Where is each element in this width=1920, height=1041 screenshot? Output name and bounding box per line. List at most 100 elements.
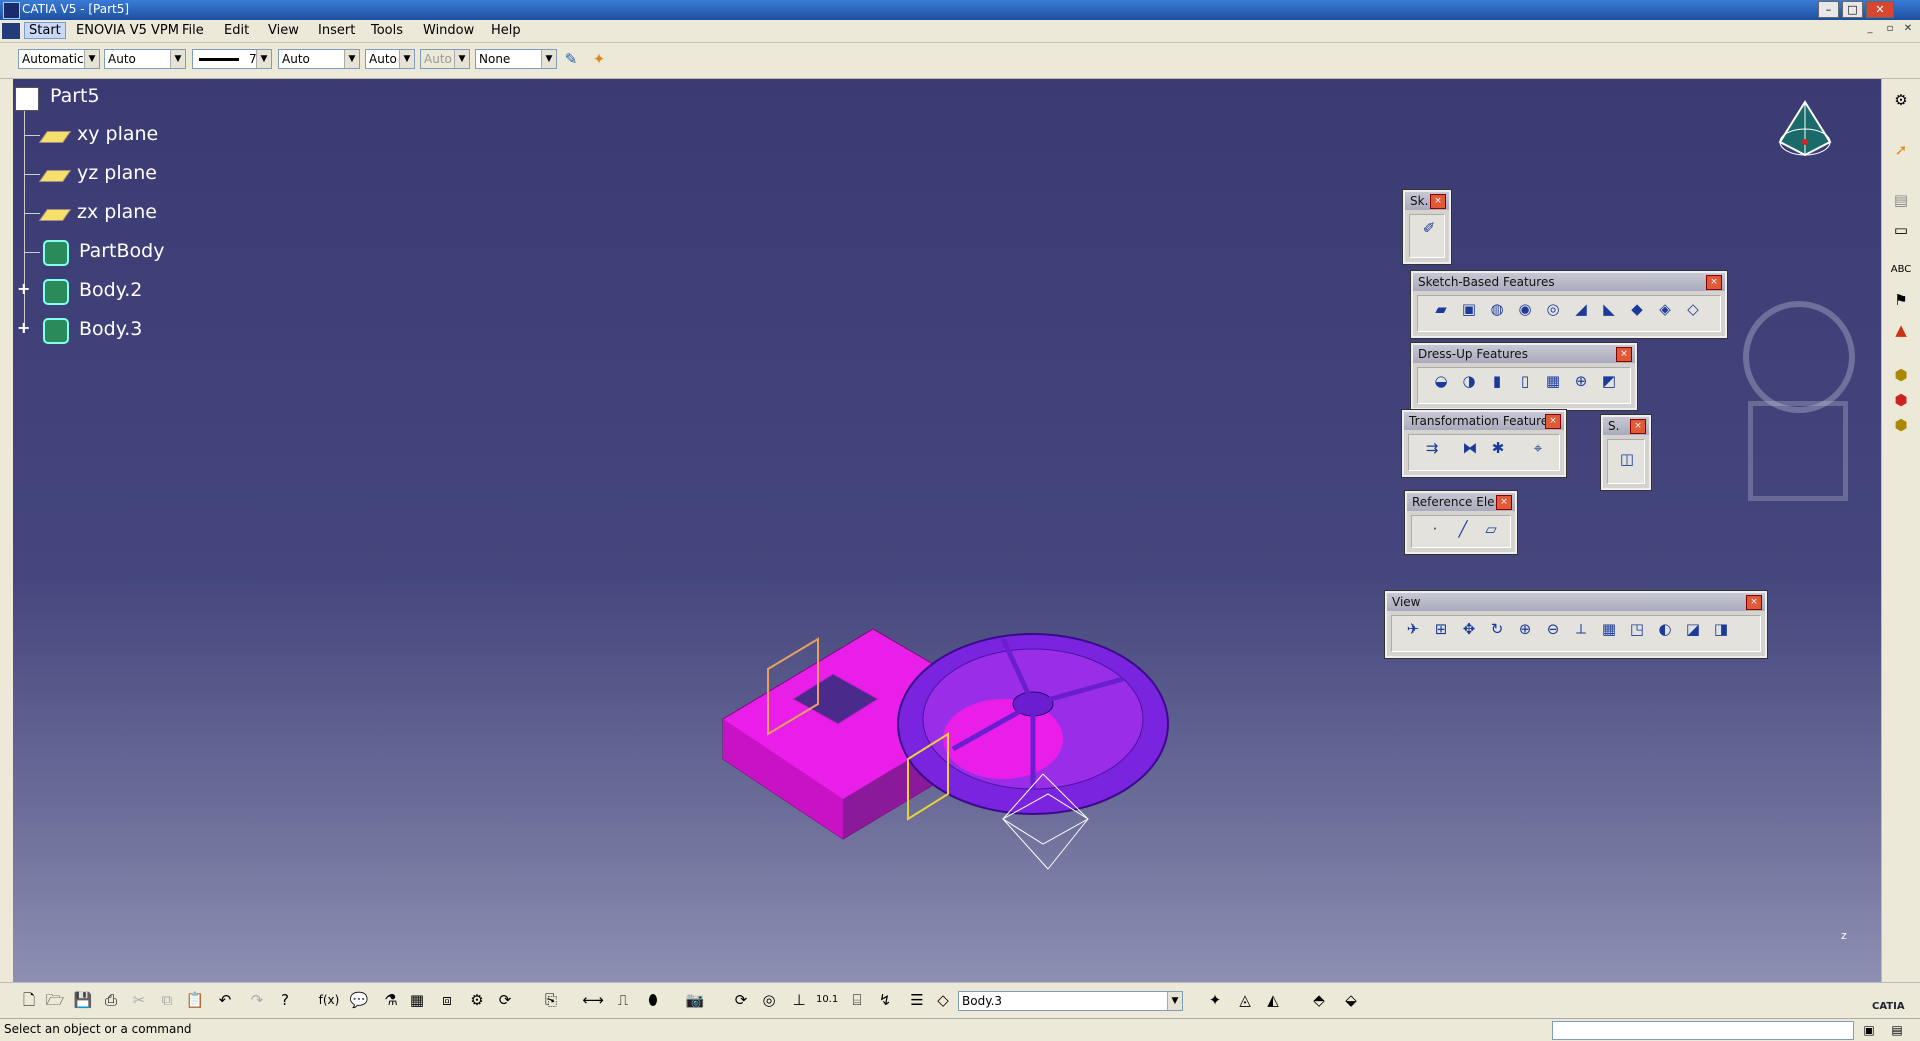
table-icon[interactable]: ▦ xyxy=(406,989,428,1011)
open-icon[interactable]: 🗁 xyxy=(44,989,66,1011)
menu-enovia[interactable]: ENOVIA V5 VPM xyxy=(76,23,179,38)
material-icon[interactable]: ✦ xyxy=(1204,989,1226,1011)
hybrid-body-icon[interactable]: ⬙ xyxy=(1340,989,1362,1011)
measure-icon[interactable]: ▭ xyxy=(1890,219,1912,241)
list-icon[interactable]: ☰ xyxy=(906,989,928,1011)
menu-help[interactable]: Help xyxy=(491,23,521,38)
view-palette[interactable]: View × ✈ ⊞ ✥ ↻ ⊕ ⊖ ⟂ ▦ ◳ ◐ ◪ ◨ xyxy=(1384,590,1768,659)
current-body-combo[interactable]: Body.3 ▼ xyxy=(958,991,1183,1011)
sketcher-palette[interactable]: Sk. × ✐ xyxy=(1402,189,1452,265)
stiffener-icon[interactable]: ◆ xyxy=(1626,298,1648,320)
boolean-add-icon[interactable]: ⬢ xyxy=(1890,364,1912,386)
mdi-restore-button[interactable]: ▫ xyxy=(1882,23,1898,37)
catalog-icon[interactable]: ⧈ xyxy=(436,989,458,1011)
insert-part-icon[interactable]: ⬘ xyxy=(1308,989,1330,1011)
globe-icon[interactable]: ◎ xyxy=(758,989,780,1011)
swap-visible-space-icon[interactable]: ◨ xyxy=(1710,618,1732,640)
hide-show-icon[interactable]: ◪ xyxy=(1682,618,1704,640)
chamfer-icon[interactable]: ◑ xyxy=(1458,370,1480,392)
boolean-intersect-icon[interactable]: ⬢ xyxy=(1890,414,1912,436)
layer-combo[interactable]: None ▼ xyxy=(475,49,557,69)
analysis-icon[interactable]: ⚙ xyxy=(466,989,488,1011)
sketch-based-features-palette[interactable]: Sketch-Based Features × ▰ ▣ ◍ ◉ ◎ ◢ ◣ ◆ … xyxy=(1410,270,1728,339)
mdi-close-button[interactable]: ✕ xyxy=(1900,23,1916,37)
surface-based-palette[interactable]: S. × ◫ xyxy=(1600,414,1652,491)
capture-icon[interactable]: ⎘ xyxy=(540,989,562,1011)
gear-icon[interactable]: ⚙ xyxy=(1890,89,1912,111)
shading-icon[interactable]: ◐ xyxy=(1654,618,1676,640)
close-icon[interactable]: × xyxy=(1496,495,1512,510)
axis-system-icon[interactable]: ⊥ xyxy=(788,989,810,1011)
apply-material-icon[interactable]: ▲ xyxy=(1890,319,1912,341)
print-icon[interactable]: ⎙ xyxy=(100,989,122,1011)
save-icon[interactable]: 💾 xyxy=(72,989,94,1011)
translation-icon[interactable]: ⇉ xyxy=(1421,437,1443,459)
plane-icon[interactable]: ▱ xyxy=(1480,518,1502,540)
start-icon[interactable] xyxy=(2,23,20,39)
expand-icon[interactable]: + xyxy=(17,279,30,298)
constraint-icon[interactable]: ⌸ xyxy=(846,989,868,1011)
rotate-icon[interactable]: ↻ xyxy=(1486,618,1508,640)
close-icon[interactable]: × xyxy=(1746,595,1762,610)
point-symbol-combo[interactable]: Auto ▼ xyxy=(365,49,415,69)
mdi-minimize-button[interactable]: _ xyxy=(1862,23,1878,37)
new-icon[interactable]: 🗋 xyxy=(18,989,40,1011)
measure-item-icon[interactable]: ⎍ xyxy=(612,989,634,1011)
groove-icon[interactable]: ◉ xyxy=(1514,298,1536,320)
whats-this-icon[interactable]: ? xyxy=(274,989,296,1011)
multi-view-icon[interactable]: ▦ xyxy=(1598,618,1620,640)
close-icon[interactable]: × xyxy=(1630,419,1646,434)
line-type-combo[interactable]: Auto ▼ xyxy=(278,49,360,69)
pocket-icon[interactable]: ▣ xyxy=(1458,298,1480,320)
expand-icon[interactable]: + xyxy=(17,318,30,337)
draft-icon[interactable]: ▮ xyxy=(1486,370,1508,392)
measure-between-icon[interactable]: ⟷ xyxy=(582,989,604,1011)
split-icon[interactable]: ◫ xyxy=(1616,448,1638,470)
select-arrow-icon[interactable]: ➚ xyxy=(1890,139,1912,161)
copy-icon[interactable]: ⧉ xyxy=(156,989,178,1011)
close-button[interactable]: ✕ xyxy=(1866,1,1894,18)
menu-start[interactable]: Start xyxy=(24,22,66,39)
text-annotation-icon[interactable]: ABC xyxy=(1890,259,1912,281)
undo-icon[interactable]: ↶ xyxy=(214,989,236,1011)
rib-icon[interactable]: ◢ xyxy=(1570,298,1592,320)
menu-edit[interactable]: Edit xyxy=(224,23,249,38)
hole-icon[interactable]: ◎ xyxy=(1542,298,1564,320)
formula-icon[interactable]: f(x) xyxy=(318,989,340,1011)
knowledge-icon[interactable]: ⚗ xyxy=(380,989,402,1011)
normal-view-icon[interactable]: ⟂ xyxy=(1570,618,1592,640)
dress-up-features-palette[interactable]: Dress-Up Features × ◒ ◑ ▮ ▯ ▦ ⊕ ◩ xyxy=(1410,342,1638,411)
painter-icon[interactable]: ✎ xyxy=(560,48,582,70)
measure-inertia-icon[interactable]: ⬮ xyxy=(642,989,664,1011)
menu-tools[interactable]: Tools xyxy=(371,23,403,38)
close-icon[interactable]: × xyxy=(1616,347,1632,362)
color-combo[interactable]: Automatic ▼ xyxy=(18,49,100,69)
stop-command-icon[interactable]: ▣ xyxy=(1858,1019,1880,1041)
cut-icon[interactable]: ✂ xyxy=(128,989,150,1011)
render-icon[interactable]: ◬ xyxy=(1234,989,1256,1011)
menu-insert[interactable]: Insert xyxy=(318,23,355,38)
camera-icon[interactable]: 📷 xyxy=(684,989,706,1011)
dimension-icon[interactable]: ↯ xyxy=(874,989,896,1011)
slot-icon[interactable]: ◣ xyxy=(1598,298,1620,320)
transformation-features-palette[interactable]: Transformation Features × ⇉ ⧓ ✱ ⌖ xyxy=(1401,409,1567,478)
line-icon[interactable]: ╱ xyxy=(1452,518,1474,540)
3d-part-model[interactable] xyxy=(703,549,1183,909)
close-icon[interactable]: × xyxy=(1706,275,1722,290)
3d-viewport[interactable]: Part5 xy plane yz plane zx plane PartBod… xyxy=(13,79,1881,982)
menu-view[interactable]: View xyxy=(268,23,299,38)
mirror-icon[interactable]: ⧓ xyxy=(1459,437,1481,459)
define-in-work-object-icon[interactable]: ◇ xyxy=(932,989,954,1011)
loft-icon[interactable]: ◈ xyxy=(1654,298,1676,320)
quick-view-icon[interactable]: ◭ xyxy=(1262,989,1284,1011)
close-icon[interactable]: × xyxy=(1545,414,1561,429)
compass-icon[interactable] xyxy=(1775,97,1835,167)
pad-icon[interactable]: ▰ xyxy=(1430,298,1452,320)
close-icon[interactable]: × xyxy=(1430,194,1446,209)
update-icon[interactable]: ⟳ xyxy=(494,989,516,1011)
remove-face-icon[interactable]: ◩ xyxy=(1598,370,1620,392)
shell-icon[interactable]: ▯ xyxy=(1514,370,1536,392)
reference-elements-palette[interactable]: Reference Ele... × · ╱ ▱ xyxy=(1404,490,1518,555)
fly-mode-icon[interactable]: ✈ xyxy=(1402,618,1424,640)
sketch-icon[interactable]: ✐ xyxy=(1418,217,1440,239)
